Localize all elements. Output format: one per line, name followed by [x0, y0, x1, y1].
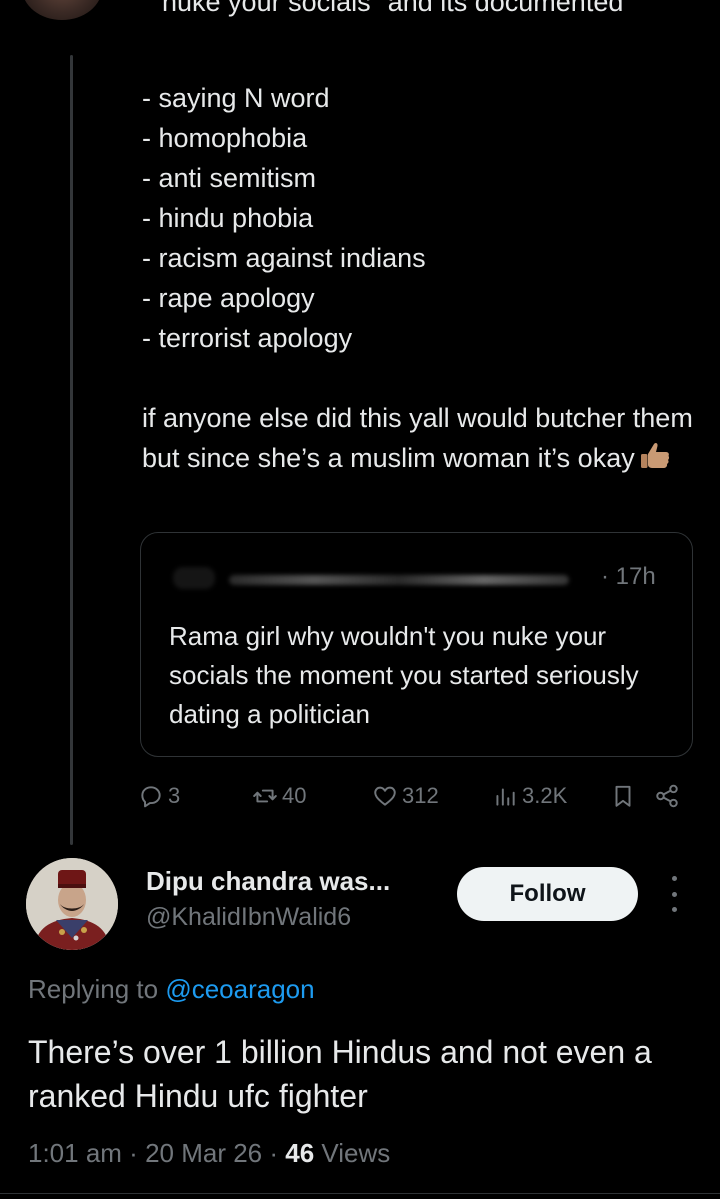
parent-tweet-text: - saying N word - homophobia - anti semi… — [142, 78, 702, 478]
like-count: 312 — [402, 783, 439, 808]
list-item: - hindu phobia — [142, 203, 314, 233]
repost-count: 40 — [282, 783, 307, 808]
reply-count: 3 — [168, 783, 181, 808]
reply-tweet-text: There’s over 1 billion Hindus and not ev… — [28, 1034, 652, 1114]
closing-paragraph: if anyone else did this yall would butch… — [142, 398, 702, 478]
repost-icon — [253, 789, 277, 803]
thumbs-up-emoji-icon — [640, 442, 669, 468]
bookmark-button[interactable] — [610, 778, 636, 814]
quoted-author-avatar-redacted — [173, 567, 215, 589]
follow-button[interactable]: Follow — [457, 867, 638, 921]
list-item: - terrorist apology — [142, 323, 353, 353]
tweet-views-count: 46 — [285, 1138, 315, 1168]
reply-author-display-name[interactable]: Dipu chandra was... — [146, 866, 390, 897]
tweet-views-label: Views — [321, 1138, 391, 1168]
divider — [0, 1193, 720, 1194]
parent-author-avatar[interactable] — [22, 0, 102, 20]
list-item: - rape apology — [142, 283, 315, 313]
reply-tweet-meta: 1:01 am · 20 Mar 26 · 46 Views — [28, 1138, 391, 1168]
thread-connector-line — [70, 55, 73, 845]
analytics-icon — [496, 788, 515, 806]
view-count: 3.2K — [522, 783, 568, 808]
more-options-icon[interactable] — [664, 876, 684, 912]
closing-text: if anyone else did this yall would butch… — [142, 403, 693, 473]
reply-author-handle[interactable]: @KhalidIbnWalid6 — [146, 903, 351, 932]
tweet-date[interactable]: 20 Mar 26 — [145, 1138, 262, 1168]
share-icon — [656, 784, 678, 808]
reply-icon — [141, 786, 161, 808]
reply-button[interactable]: 3 — [138, 778, 180, 814]
list-item: - saying N word — [142, 83, 330, 113]
portrait-avatar-icon — [26, 858, 118, 950]
quoted-tweet-header: · 17h — [169, 563, 656, 593]
share-button[interactable] — [654, 778, 680, 814]
parent-tweet-cut-line: nuke your socials" and its documented — [162, 0, 624, 17]
replying-prefix: Replying to — [28, 974, 159, 1004]
reply-author-avatar[interactable] — [26, 858, 118, 950]
bookmark-icon — [615, 785, 631, 807]
list-item: - homophobia — [142, 123, 308, 153]
tweet-time[interactable]: 1:01 am — [28, 1138, 122, 1168]
repost-button[interactable]: 40 — [252, 778, 306, 814]
list-item: - racism against indians — [142, 243, 426, 273]
list-item: - anti semitism — [142, 163, 317, 193]
views-button[interactable]: 3.2K — [492, 778, 567, 814]
quoted-tweet-time: · 17h — [601, 563, 656, 590]
heart-icon — [374, 786, 396, 806]
tweet-action-bar: 3 40 312 3.2K — [0, 778, 720, 814]
replying-mention-link[interactable]: @ceoaragon — [165, 974, 314, 1004]
replying-to-line: Replying to @ceoaragon — [28, 974, 315, 1005]
quoted-tweet-card[interactable]: · 17h Rama girl why wouldn't you nuke yo… — [140, 532, 693, 757]
quoted-tweet-text: Rama girl why wouldn't you nuke your soc… — [169, 621, 639, 729]
quoted-author-name-redacted — [229, 575, 569, 585]
like-button[interactable]: 312 — [372, 778, 439, 814]
